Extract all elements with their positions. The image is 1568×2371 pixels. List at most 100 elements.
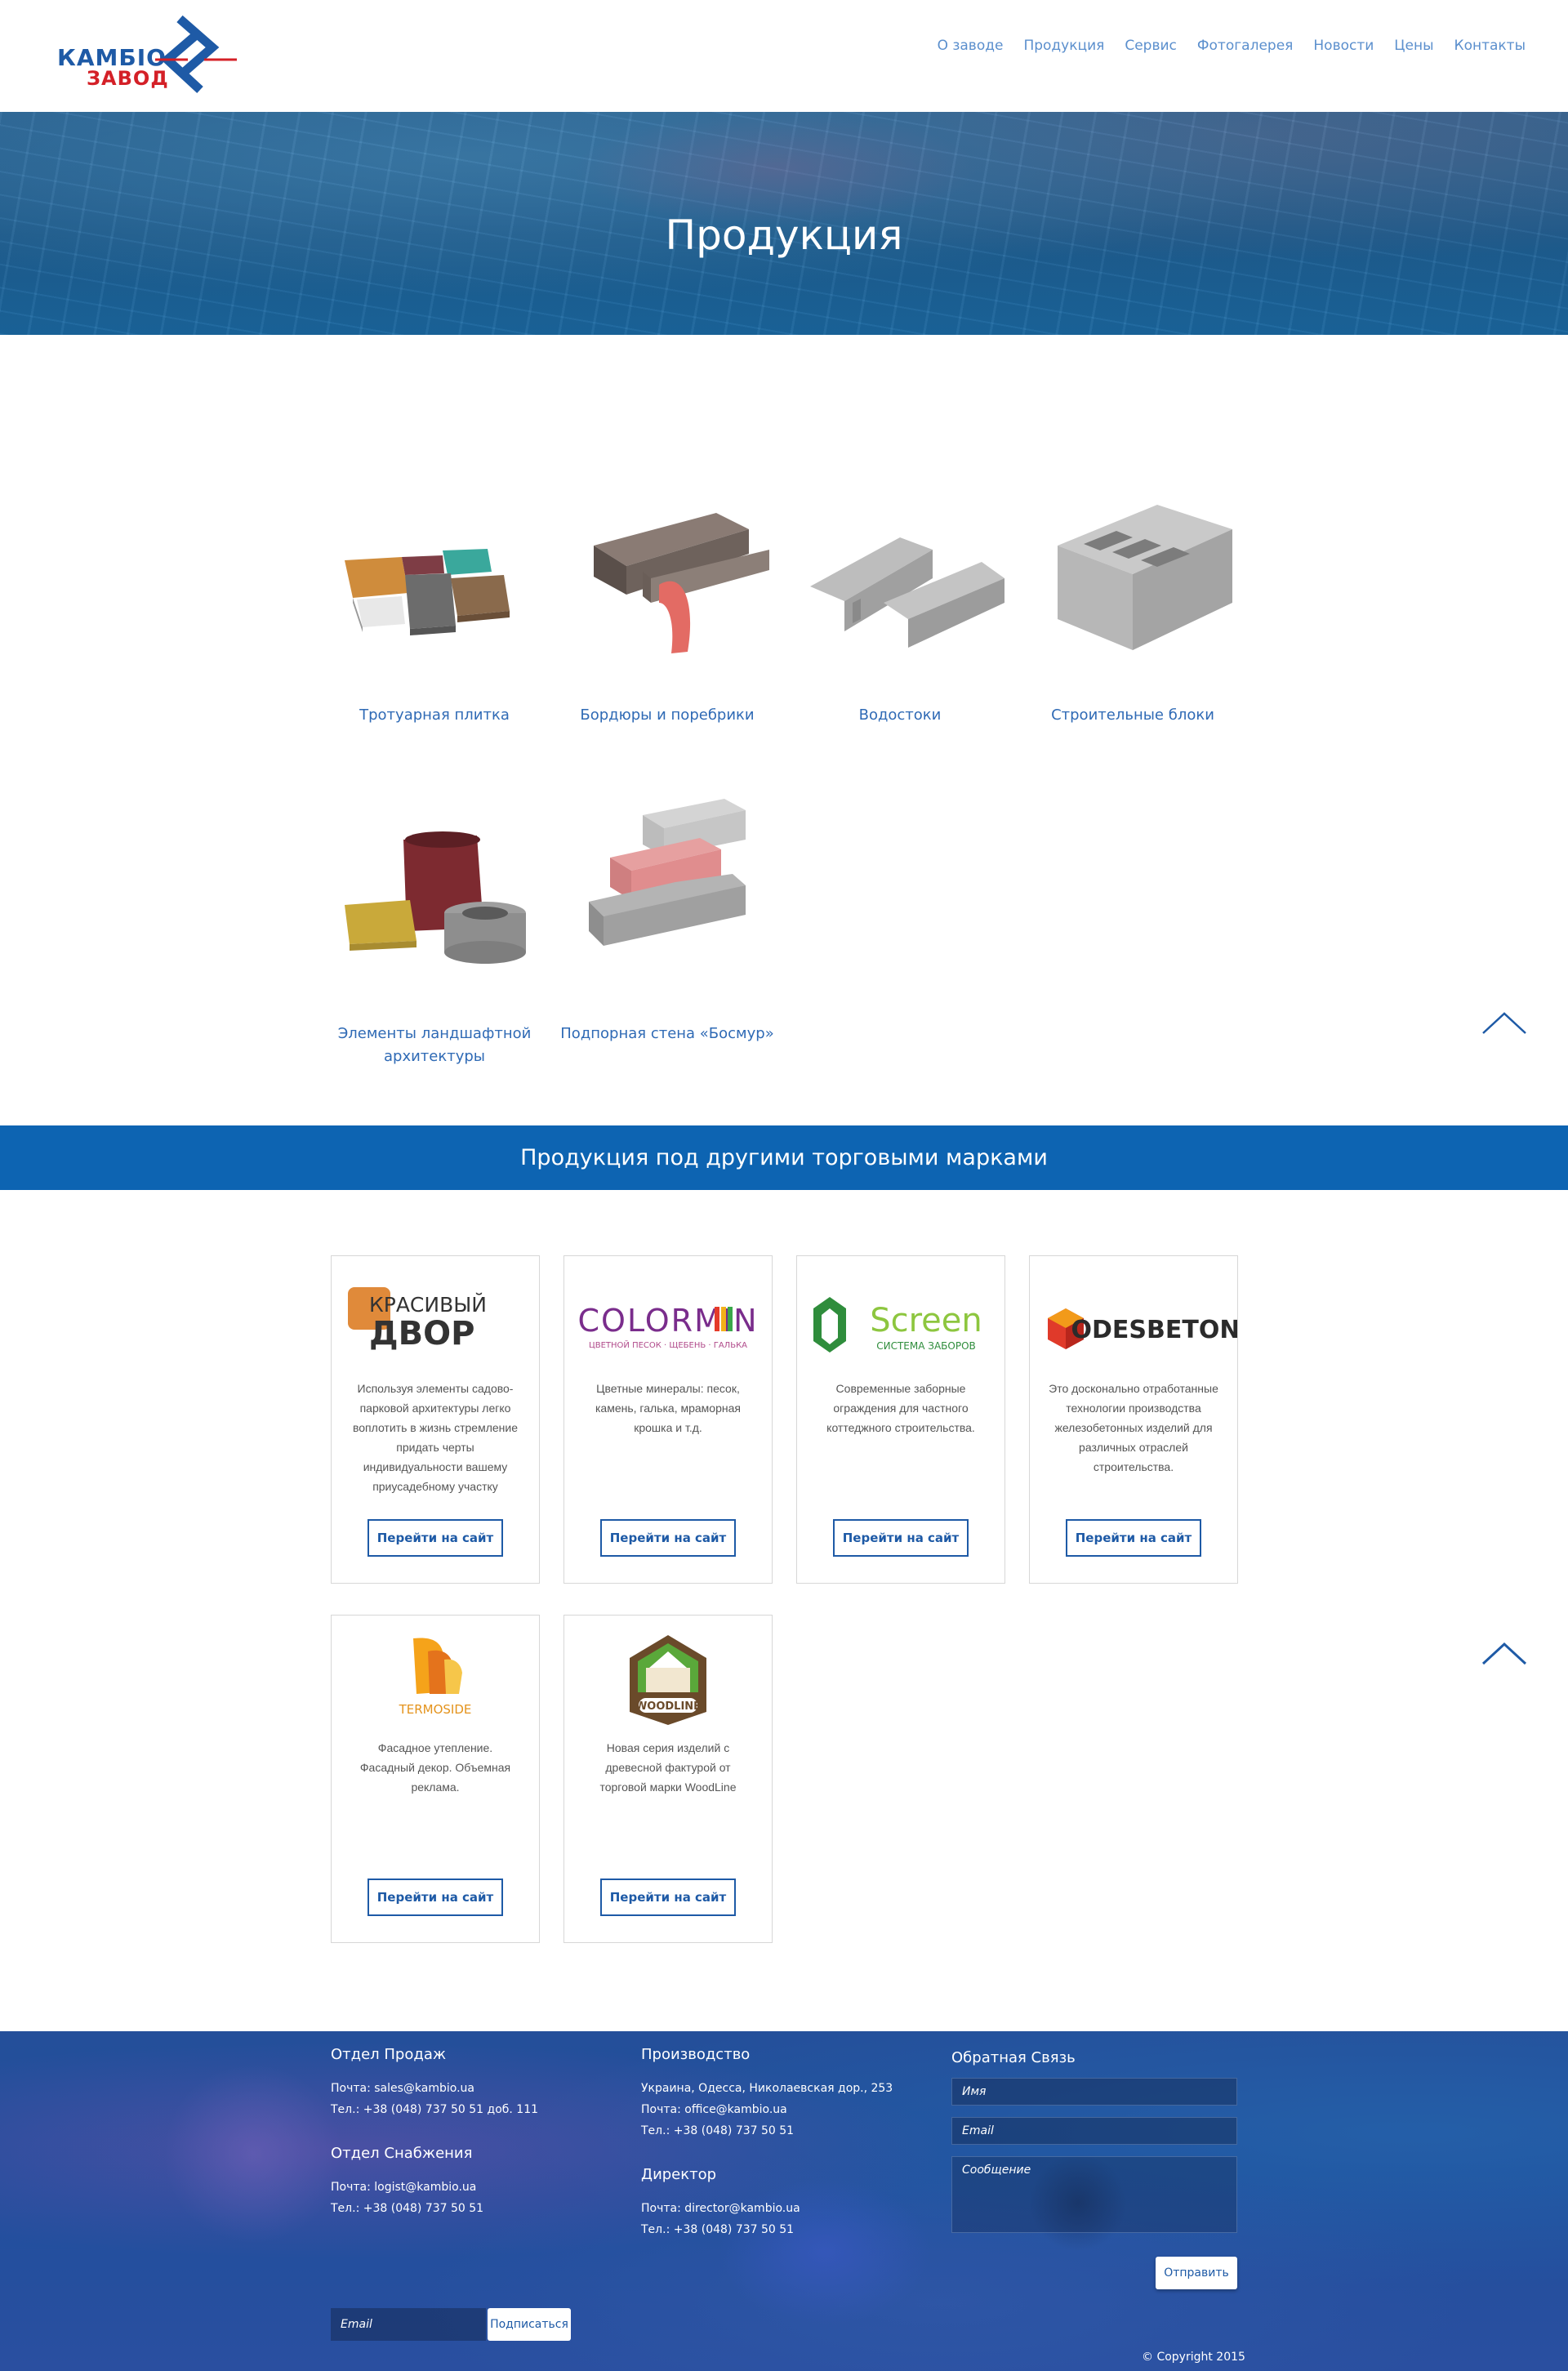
odesbeton-logo: ODESBETON xyxy=(1030,1276,1240,1366)
supply-phone[interactable]: Тел.: +38 (048) 737 50 51 xyxy=(331,2198,625,2219)
krasivy-dvor-logo: КРАСИВЫЙ ДВОР xyxy=(332,1276,539,1366)
brand-card: Screen СИСТЕМА ЗАБОРОВ Современные забор… xyxy=(796,1255,1005,1584)
name-field[interactable]: Имя xyxy=(951,2078,1237,2106)
nav-products[interactable]: Продукция xyxy=(1023,38,1104,54)
termoside-logo: TERMOSIDE xyxy=(332,1627,539,1717)
visit-site-button[interactable]: Перейти на сайт xyxy=(1066,1519,1201,1557)
email-field[interactable]: Email xyxy=(951,2117,1237,2145)
products-section: Тротуарная плитка Бордюры и поребрики Во… xyxy=(0,335,1568,1125)
brand-description: Фасадное утепление. Фасадный декор. Объе… xyxy=(359,1741,511,1794)
visit-site-button[interactable]: Перейти на сайт xyxy=(833,1519,969,1557)
woodline-logo: WOODLINE xyxy=(564,1627,772,1725)
chevron-up-icon xyxy=(1481,1642,1527,1665)
hero-texture xyxy=(572,112,980,226)
feedback-form: Обратная Связь Имя Email Сообщение Отпра… xyxy=(951,2031,1237,2289)
colormin-logo: COLORMIN ЦВЕТНОЙ ПЕСОК · ЩЕБЕНЬ · ГАЛЬКА xyxy=(564,1276,772,1366)
logo-line-1: КРАСИВЫЙ xyxy=(369,1293,487,1317)
visit-site-button[interactable]: Перейти на сайт xyxy=(600,1879,736,1916)
product-label[interactable]: Бордюры и поребрики xyxy=(553,704,782,727)
director-email[interactable]: Почта: director@kambio.ua xyxy=(641,2198,935,2219)
message-field[interactable]: Сообщение xyxy=(951,2156,1237,2233)
nav-contacts[interactable]: Контакты xyxy=(1454,38,1526,54)
site-header: КАМБІО ЗАВОД О заводе Продукция Сервис Ф… xyxy=(0,0,1568,112)
brands-heading-band: Продукция под другими торговыми марками xyxy=(0,1125,1568,1190)
brand-card: КРАСИВЫЙ ДВОР Используя элементы садово-… xyxy=(331,1255,540,1584)
send-button[interactable]: Отправить xyxy=(1156,2257,1237,2289)
logo-subtitle: ЦВЕТНОЙ ПЕСОК · ЩЕБЕНЬ · ГАЛЬКА xyxy=(589,1339,747,1350)
supply-title: Отдел Снабжения xyxy=(331,2145,473,2162)
brand-card: WOODLINE Новая серия изделий с древесной… xyxy=(564,1615,773,1943)
production-department: Производство Украина, Одесса, Николаевск… xyxy=(641,2046,935,2141)
landscape-elements-image[interactable] xyxy=(320,799,549,1003)
product-card[interactable]: Элементы ландшафтной архитектуры xyxy=(320,799,549,1068)
footer-contacts-left: Отдел Продаж Почта: sales@kambio.ua Тел.… xyxy=(331,2046,625,2219)
visit-site-button[interactable]: Перейти на сайт xyxy=(368,1519,503,1557)
main-nav: О заводе Продукция Сервис Фотогалерея Но… xyxy=(917,38,1526,54)
screen-logo: Screen СИСТЕМА ЗАБОРОВ xyxy=(797,1276,1004,1366)
nav-prices[interactable]: Цены xyxy=(1394,38,1433,54)
director-phone[interactable]: Тел.: +38 (048) 737 50 51 xyxy=(641,2219,935,2240)
logo-text: TERMOSIDE xyxy=(399,1702,472,1717)
visit-site-button[interactable]: Перейти на сайт xyxy=(600,1519,736,1557)
product-label[interactable]: Элементы ландшафтной архитектуры xyxy=(320,1023,549,1068)
product-label[interactable]: Строительные блоки xyxy=(1018,704,1247,727)
logo-mark-icon xyxy=(155,15,237,94)
drains-image[interactable] xyxy=(786,480,1014,684)
subscribe-email-input[interactable]: Email xyxy=(331,2308,486,2341)
production-title: Производство xyxy=(641,2046,751,2063)
brand-description: Цветные минералы: песок, камень, галька,… xyxy=(595,1382,741,1434)
sales-title: Отдел Продаж xyxy=(331,2046,447,2063)
brand-description: Современные заборные ограждения для част… xyxy=(826,1382,975,1434)
production-email[interactable]: Почта: office@kambio.ua xyxy=(641,2099,935,2120)
brand-description: Используя элементы садово-парковой архит… xyxy=(352,1382,519,1493)
product-card[interactable]: Тротуарная плитка xyxy=(320,480,549,727)
brand-card: TERMOSIDE Фасадное утепление. Фасадный д… xyxy=(331,1615,540,1943)
brands-section: КРАСИВЫЙ ДВОР Используя элементы садово-… xyxy=(0,1190,1568,2031)
scroll-to-top-button[interactable] xyxy=(1480,1639,1529,1669)
brands-heading: Продукция под другими торговыми марками xyxy=(520,1145,1048,1170)
brand-description: Это досконально отработанные технологии … xyxy=(1049,1382,1218,1473)
product-label[interactable]: Тротуарная плитка xyxy=(320,704,549,727)
nav-news[interactable]: Новости xyxy=(1313,38,1374,54)
copyright: © Copyright 2015 xyxy=(1142,2351,1245,2364)
brand-card: COLORMIN ЦВЕТНОЙ ПЕСОК · ЩЕБЕНЬ · ГАЛЬКА… xyxy=(564,1255,773,1584)
logo-line-2: ДВОР xyxy=(369,1315,474,1353)
product-label[interactable]: Подпорная стена «Босмур» xyxy=(553,1023,782,1045)
production-phone[interactable]: Тел.: +38 (048) 737 50 51 xyxy=(641,2120,935,2141)
nav-about[interactable]: О заводе xyxy=(938,38,1004,54)
director-title: Директор xyxy=(641,2166,717,2183)
subscribe-form: Email Подписаться xyxy=(331,2308,571,2341)
sales-email[interactable]: Почта: sales@kambio.ua xyxy=(331,2078,625,2099)
visit-site-button[interactable]: Перейти на сайт xyxy=(368,1879,503,1916)
supply-email[interactable]: Почта: logist@kambio.ua xyxy=(331,2177,625,2198)
brand-card: ODESBETON Это досконально отработанные т… xyxy=(1029,1255,1240,1584)
product-card[interactable]: Бордюры и поребрики xyxy=(553,480,782,727)
scroll-to-top-button[interactable] xyxy=(1480,1009,1529,1038)
curbs-image[interactable] xyxy=(553,480,782,684)
logo-text: WOODLINE xyxy=(635,1700,701,1713)
retaining-wall-image[interactable] xyxy=(553,799,782,1003)
hero-banner: Продукция xyxy=(0,112,1568,335)
production-address: Украина, Одесса, Николаевская дор., 253 xyxy=(641,2082,893,2095)
paving-tiles-image[interactable] xyxy=(320,480,549,684)
product-card[interactable]: Водостоки xyxy=(786,480,1014,727)
nav-service[interactable]: Сервис xyxy=(1125,38,1177,54)
brand-description: Новая серия изделий с древесной фактурой… xyxy=(599,1741,737,1794)
footer-bg-decor xyxy=(163,2064,343,2244)
sales-department: Отдел Продаж Почта: sales@kambio.ua Тел.… xyxy=(331,2046,625,2120)
page-title: Продукция xyxy=(665,212,903,259)
sales-phone[interactable]: Тел.: +38 (048) 737 50 51 доб. 111 xyxy=(331,2099,625,2120)
footer-contacts-middle: Производство Украина, Одесса, Николаевск… xyxy=(641,2046,935,2240)
product-label[interactable]: Водостоки xyxy=(786,704,1014,727)
logo-text: Screen xyxy=(870,1302,982,1339)
subscribe-button[interactable]: Подписаться xyxy=(488,2308,571,2341)
logo-text: ODESBETON xyxy=(1071,1316,1237,1344)
chevron-up-icon xyxy=(1482,1012,1526,1034)
building-block-image[interactable] xyxy=(1018,480,1247,684)
kambio-logo[interactable]: КАМБІО ЗАВОД xyxy=(57,15,237,96)
supply-department: Отдел Снабжения Почта: logist@kambio.ua … xyxy=(331,2145,625,2219)
nav-gallery[interactable]: Фотогалерея xyxy=(1197,38,1294,54)
product-card[interactable]: Подпорная стена «Босмур» xyxy=(553,799,782,1045)
product-card[interactable]: Строительные блоки xyxy=(1018,480,1247,727)
feedback-title: Обратная Связь xyxy=(951,2049,1076,2066)
